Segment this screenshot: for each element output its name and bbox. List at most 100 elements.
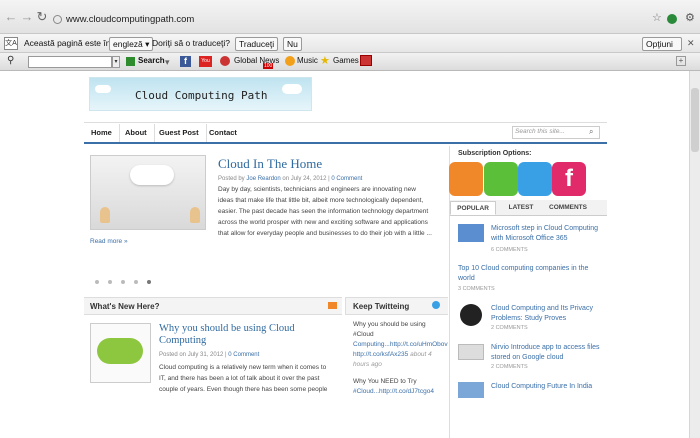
back-icon[interactable]: ← (4, 10, 18, 24)
rss-icon[interactable] (328, 302, 337, 309)
featured-excerpt: Day by day, scientists, technicians and … (218, 184, 432, 239)
read-more-link[interactable]: Read more » (90, 238, 128, 245)
slider-dot[interactable] (95, 280, 99, 284)
comments-link[interactable]: 0 Comment (331, 176, 362, 182)
twitter-bird-icon (432, 301, 440, 309)
toolbar-search-dropdown[interactable]: ▾ (112, 56, 120, 68)
nav-home[interactable]: Home (84, 124, 120, 142)
toolbar-add-icon[interactable]: + (676, 56, 686, 66)
comments-link[interactable]: 0 Comment (228, 352, 259, 358)
twitter-heading: Keep Twitteing (353, 302, 410, 311)
tab-latest[interactable]: LATEST (498, 201, 544, 215)
popular-title-line: world (458, 275, 475, 282)
translate-text: Această pagină este în (24, 38, 111, 48)
url-field[interactable]: www.cloudcomputingpath.com (66, 14, 194, 25)
popular-thumb[interactable] (458, 382, 484, 398)
chevron-down-icon: ▾ (165, 57, 170, 67)
tweet-link[interactable]: Computing...http://t.co/uHmObov (353, 340, 448, 350)
meta-date: Posted on July 31, 2012 | (159, 352, 229, 358)
popular-item-5[interactable]: Cloud Computing Future In India (491, 382, 592, 392)
popular-thumb[interactable] (458, 224, 484, 242)
facebook-icon[interactable]: f (552, 162, 586, 196)
globe-icon (53, 15, 62, 24)
popular-thumb[interactable] (458, 344, 484, 360)
logo-cloud-icon (282, 84, 302, 94)
meta-date: on July 24, 2012 | (280, 176, 332, 182)
language-value: engleză (113, 39, 143, 49)
popular-comments: 2 COMMENTS (491, 364, 528, 370)
scrollbar-thumb[interactable] (691, 88, 699, 152)
slider-dot[interactable] (134, 280, 138, 284)
slider-dot-active[interactable] (147, 280, 151, 284)
tab-popular[interactable]: POPULAR (450, 201, 496, 215)
wrench-icon[interactable]: ⚙ (685, 11, 695, 24)
tweet-line: Why You NEED to Try (353, 378, 417, 385)
popular-item-3[interactable]: Cloud Computing and Its Privacy Problems:… (491, 304, 593, 324)
popular-title-line: Cloud Computing and Its Privacy (491, 305, 593, 312)
search-icon[interactable]: ⌕ (589, 127, 593, 137)
star-icon[interactable]: ☆ (652, 11, 662, 24)
excerpt-line: couple of years. Even though there has b… (159, 386, 328, 393)
search-go-icon (126, 57, 135, 66)
featured-meta: Posted by Joe Reardon on July 24, 2012 |… (218, 176, 362, 182)
featured-title[interactable]: Cloud In The Home (218, 156, 322, 172)
logo-text: Cloud Computing Path (135, 89, 268, 102)
email-icon[interactable] (484, 162, 518, 196)
app-icon[interactable] (360, 55, 372, 66)
rss-feed-icon[interactable] (449, 162, 483, 196)
slider-dot[interactable] (108, 280, 112, 284)
no-button[interactable]: Nu (283, 37, 302, 51)
twitter-icon[interactable] (518, 162, 552, 196)
popular-title-line: with Microsoft Office 365 (491, 235, 568, 242)
tweet-line: Why you should be using (353, 321, 426, 328)
popular-title-line: stored on Google cloud (491, 354, 564, 361)
popular-item-2[interactable]: Top 10 Cloud computing companies in the w… (458, 264, 588, 284)
popular-thumb[interactable] (460, 304, 482, 326)
reload-icon[interactable]: ↻ (35, 10, 49, 24)
youtube-icon[interactable]: You (199, 56, 212, 67)
toolbar-search-button[interactable]: Search (138, 56, 165, 65)
translate-icon: 文A (4, 37, 18, 50)
options-button[interactable]: Opţiuni ▾ (642, 37, 682, 61)
post-cloud-icon (97, 338, 143, 364)
tweet-link[interactable]: http://t.co/ksfAx235 (353, 351, 408, 358)
tweet-2: Why You NEED to Try #Cloud...http://t.co… (353, 377, 448, 397)
tab-comments[interactable]: COMMENTS (544, 201, 592, 215)
news-icon (220, 56, 230, 66)
post-meta: Posted on July 31, 2012 | 0 Comment (159, 352, 259, 358)
toolbar-music[interactable]: Music (297, 56, 318, 65)
nav-about[interactable]: About (118, 124, 155, 142)
excerpt-line: easier. The past decade has seen the inf… (218, 208, 429, 215)
nav-guest-post[interactable]: Guest Post (152, 124, 207, 142)
post-title-line: Why you should be using Cloud (159, 323, 295, 334)
facebook-icon[interactable]: f (180, 56, 191, 67)
games-star-icon: ★ (320, 55, 330, 67)
news-badge: 100 (263, 63, 274, 69)
popular-title-line: Top 10 Cloud computing companies in the (458, 265, 589, 272)
close-icon[interactable]: ✕ (687, 38, 695, 49)
translate-question: Doriţi să o traduceţi? (152, 38, 230, 48)
extension-icon[interactable] (667, 14, 677, 24)
whats-new-heading: What's New Here? (90, 302, 160, 311)
popular-comments: 2 COMMENTS (491, 325, 528, 331)
featured-cloud-icon (130, 165, 174, 185)
popular-item-1[interactable]: Microsoft step in Cloud Computing with Mi… (491, 224, 598, 244)
child-figure (100, 207, 110, 223)
toolbar-search-input[interactable] (28, 56, 112, 68)
translate-button[interactable]: Traduceţi (235, 37, 279, 51)
author-link[interactable]: Joe Reardon (246, 176, 280, 182)
nav-contact[interactable]: Contact (202, 124, 244, 142)
search-icon: ⚲ (7, 55, 15, 66)
options-label: Opţiuni (646, 39, 673, 49)
popular-title-line: Nirvio Introduce app to access files (491, 344, 600, 351)
logo-cloud-icon (95, 85, 111, 93)
tweet-link[interactable]: #Cloud...http://t.co/dJ7tcgo4 (353, 387, 448, 397)
tweet-time: hours ago (353, 361, 382, 368)
post-title[interactable]: Why you should be using Cloud Computing (159, 323, 295, 347)
language-select[interactable]: engleză ▾ (109, 37, 154, 51)
popular-item-4[interactable]: Nirvio Introduce app to access files stor… (491, 343, 600, 363)
forward-icon[interactable]: → (20, 10, 34, 24)
slider-dot[interactable] (121, 280, 125, 284)
excerpt-line: IT, and there has been a lot of talk abo… (159, 375, 320, 382)
toolbar-games[interactable]: Games (333, 56, 359, 65)
